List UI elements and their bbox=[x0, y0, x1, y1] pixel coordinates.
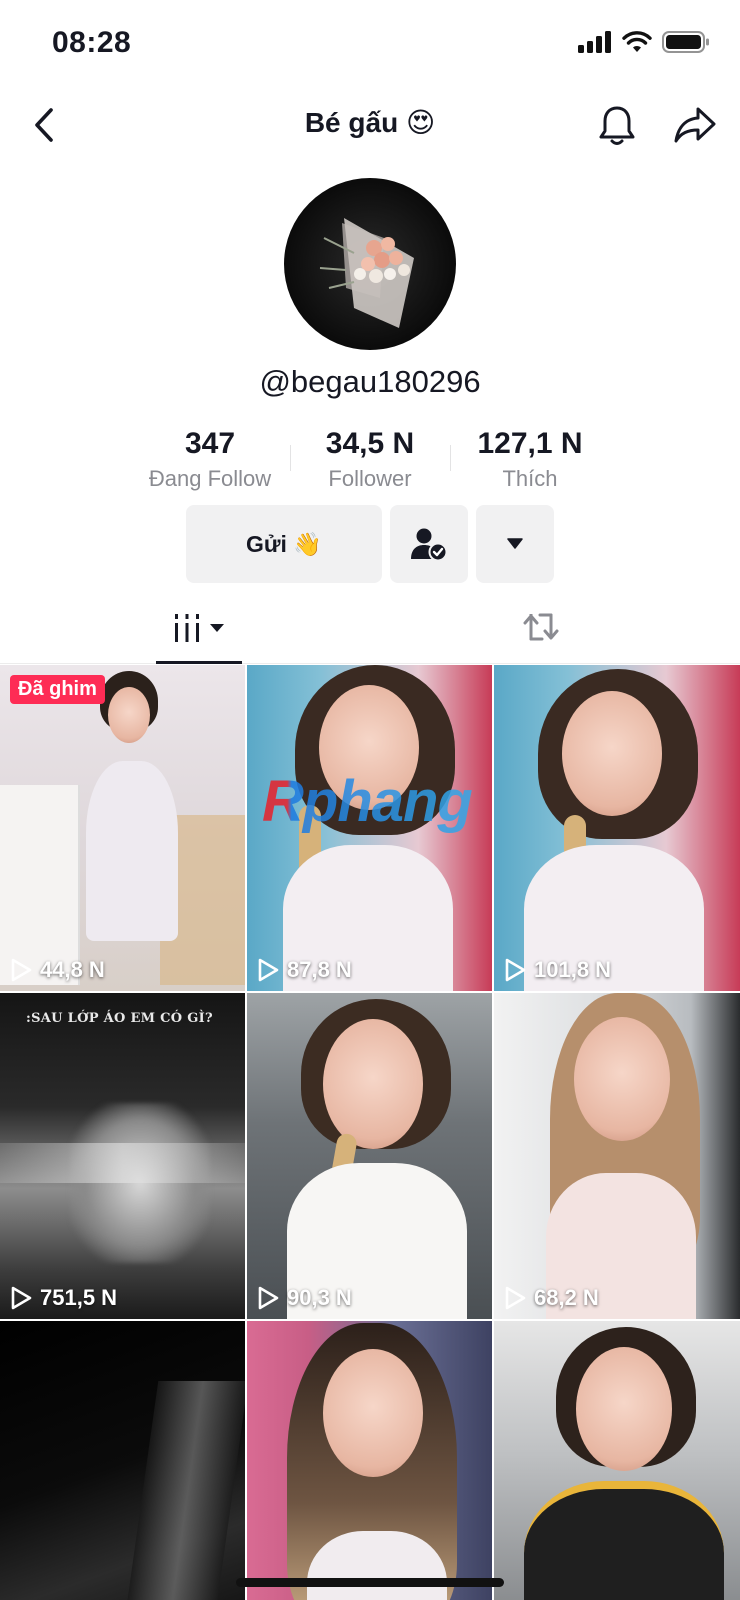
profile-stats: 347 Đang Follow 34,5 N Follower 127,1 N … bbox=[130, 425, 610, 495]
thumbnail-image bbox=[494, 1321, 740, 1600]
grid-bars-icon bbox=[175, 614, 199, 642]
view-count-text: 101,8 N bbox=[534, 957, 612, 982]
battery-icon bbox=[662, 31, 709, 53]
video-thumbnail[interactable]: :SAU LỚP ÁO EM CÓ GÌ? 751,5 N bbox=[0, 993, 245, 1319]
view-count-text: 90,3 N bbox=[287, 1285, 352, 1310]
view-count: 44,8 N bbox=[10, 957, 105, 983]
stat-label: Thích bbox=[502, 466, 558, 491]
view-count-text: 44,8 N bbox=[40, 957, 105, 982]
watermark-logo: Rphang bbox=[262, 769, 473, 834]
more-options-dropdown[interactable] bbox=[476, 505, 554, 583]
wifi-icon bbox=[622, 31, 652, 52]
home-indicator[interactable] bbox=[236, 1578, 504, 1587]
stat-following[interactable]: 347 Đang Follow bbox=[130, 425, 290, 495]
pinned-badge: Đã ghim bbox=[10, 675, 105, 704]
profile-tabs bbox=[0, 592, 740, 664]
bell-icon bbox=[599, 106, 635, 145]
play-outline-icon bbox=[258, 1286, 279, 1310]
thumbnail-image bbox=[494, 993, 740, 1319]
tab-reposts[interactable] bbox=[516, 602, 566, 652]
avatar[interactable] bbox=[284, 178, 456, 350]
status-time: 08:28 bbox=[52, 26, 132, 59]
video-thumbnail[interactable] bbox=[247, 1321, 492, 1600]
stat-value: 34,5 N bbox=[325, 427, 415, 460]
video-caption: :SAU LỚP ÁO EM CÓ GÌ? bbox=[26, 1011, 213, 1026]
video-thumbnail[interactable]: 101,8 N bbox=[494, 665, 740, 991]
play-outline-icon bbox=[11, 1286, 32, 1310]
video-thumbnail[interactable]: Đã ghim 44,8 N bbox=[0, 665, 245, 991]
stat-value: 347 bbox=[184, 427, 236, 460]
thumbnail-image bbox=[247, 993, 492, 1319]
video-thumbnail[interactable] bbox=[494, 1321, 740, 1600]
status-icons bbox=[578, 30, 710, 54]
stat-label: Đang Follow bbox=[148, 466, 272, 491]
send-message-button[interactable]: Gửi 👋 bbox=[186, 505, 382, 583]
active-tab-indicator bbox=[156, 661, 242, 664]
friends-button[interactable] bbox=[390, 505, 468, 583]
profile-actions: Gửi 👋 bbox=[186, 505, 554, 583]
view-count: 90,3 N bbox=[257, 1285, 352, 1311]
notifications-button[interactable] bbox=[594, 102, 640, 148]
stat-label: Follower bbox=[328, 466, 412, 491]
thumbnail-image bbox=[494, 665, 740, 991]
play-outline-icon bbox=[258, 958, 279, 982]
triangle-down-icon bbox=[210, 624, 224, 632]
thumbnail-image bbox=[0, 665, 245, 991]
share-button[interactable] bbox=[672, 102, 718, 148]
flower-bouquet-image bbox=[319, 218, 414, 328]
profile-username: @begau180296 bbox=[259, 364, 481, 399]
triangle-down-icon bbox=[507, 538, 523, 549]
profile-screen: 08:28 Bé gấu 😍 @begau180296 347 Đang Fol… bbox=[0, 0, 740, 1600]
view-count-text: 87,8 N bbox=[287, 957, 352, 982]
stat-likes[interactable]: 127,1 N Thích bbox=[450, 425, 610, 495]
play-outline-icon bbox=[11, 958, 32, 982]
video-thumbnail[interactable]: 68,2 N bbox=[494, 993, 740, 1319]
user-check-icon bbox=[411, 528, 447, 561]
play-outline-icon bbox=[505, 1286, 526, 1310]
view-count: 101,8 N bbox=[504, 957, 611, 983]
tab-videos[interactable] bbox=[156, 592, 242, 664]
view-count: 751,5 N bbox=[10, 1285, 117, 1311]
stat-value: 127,1 N bbox=[477, 427, 583, 460]
stat-followers[interactable]: 34,5 N Follower bbox=[290, 425, 450, 495]
top-nav: Bé gấu 😍 bbox=[0, 90, 740, 160]
view-count-text: 751,5 N bbox=[40, 1285, 118, 1310]
view-count-text: 68,2 N bbox=[534, 1285, 599, 1310]
repost-icon bbox=[523, 613, 559, 641]
thumbnail-image bbox=[0, 1321, 245, 1600]
play-outline-icon bbox=[505, 958, 526, 982]
share-arrow-icon bbox=[674, 107, 716, 143]
video-thumbnail[interactable] bbox=[0, 1321, 245, 1600]
status-bar: 08:28 bbox=[0, 0, 740, 88]
thumbnail-image bbox=[0, 993, 245, 1319]
video-thumbnail[interactable]: 90,3 N bbox=[247, 993, 492, 1319]
thumbnail-image bbox=[247, 1321, 492, 1600]
cellular-signal-icon bbox=[578, 31, 611, 53]
view-count: 68,2 N bbox=[504, 1285, 599, 1311]
view-count: 87,8 N bbox=[257, 957, 352, 983]
